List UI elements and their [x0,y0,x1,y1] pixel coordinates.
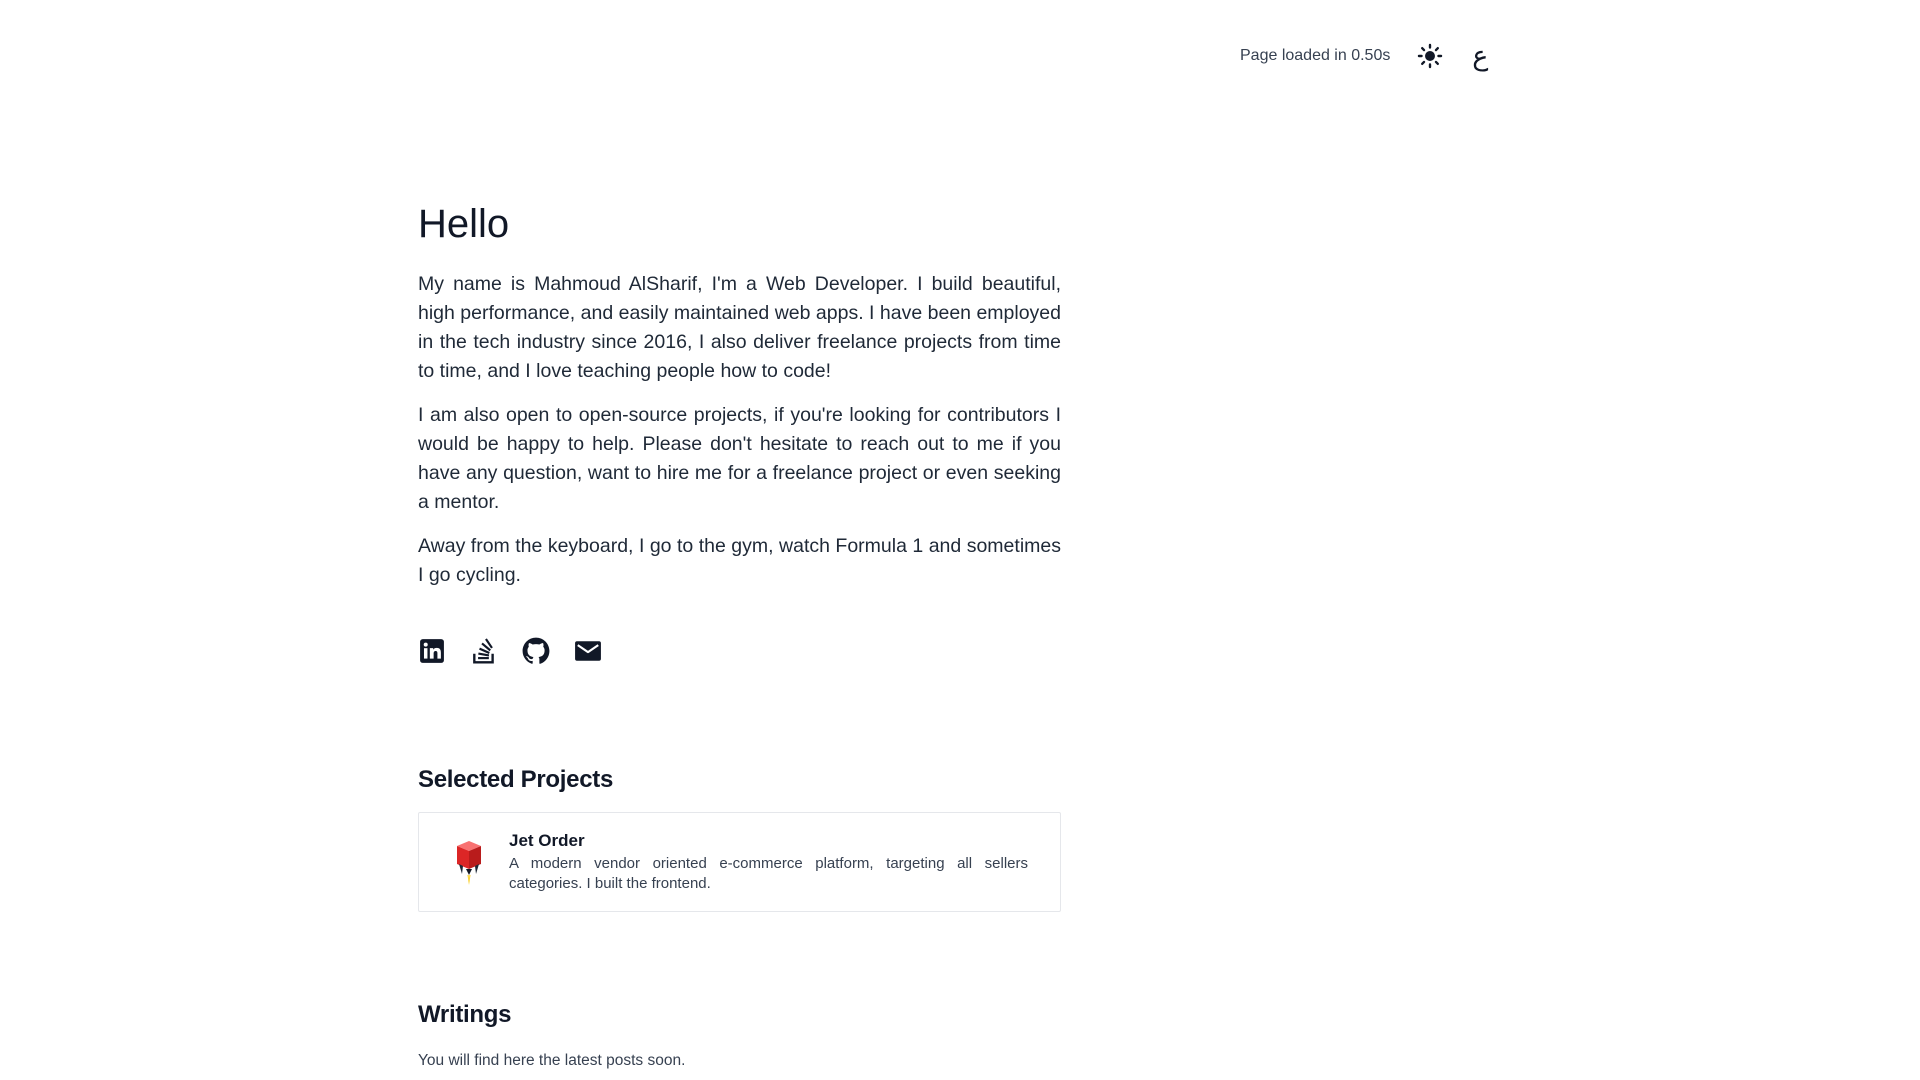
page: Page loaded in 0.50s ع Hello My name is [0,0,1920,1080]
project-card[interactable]: Jet Order A modern vendor oriented e-com… [418,812,1061,912]
project-title: Jet Order [509,830,585,850]
writings-heading: Writings [418,1001,512,1028]
intro-paragraph: My name is Mahmoud AlSharif, I'm a Web D… [418,273,1061,382]
email-icon [575,641,601,661]
top-bar: Page loaded in 0.50s ع [1240,38,1498,74]
linkedin-icon [420,639,444,663]
github-icon [522,637,550,664]
stackoverflow-icon [473,638,494,664]
stackoverflow-link[interactable] [470,637,498,665]
jet-order-logo [457,841,481,885]
writings-section: Writings You will find here the latest p… [418,1001,1061,1070]
theme-toggle-button[interactable] [1412,38,1448,74]
intro-paragraph: I am also open to open-source projects, … [418,404,1061,513]
language-toggle-button[interactable]: ع [1462,38,1498,74]
page-title: Hello [418,202,510,246]
social-links [418,635,1061,667]
writings-placeholder-text: You will find here the latest posts soon… [418,1052,686,1069]
email-link[interactable] [574,637,602,665]
sun-icon [1418,43,1443,69]
page-load-status: Page loaded in 0.50s [1240,47,1391,64]
intro-section: Hello My name is Mahmoud AlSharif, I'm a… [418,200,1061,667]
github-link[interactable] [522,637,550,665]
projects-heading: Selected Projects [418,766,613,793]
project-info: Jet Order A modern vendor oriented e-com… [509,831,1028,894]
projects-section: Selected Projects Jet Order A modern ven… [418,766,1061,912]
intro-paragraph: Away from the keyboard, I go to the gym,… [418,535,1061,586]
project-description: A modern vendor oriented e-commerce plat… [509,854,1028,892]
linkedin-link[interactable] [418,637,446,665]
